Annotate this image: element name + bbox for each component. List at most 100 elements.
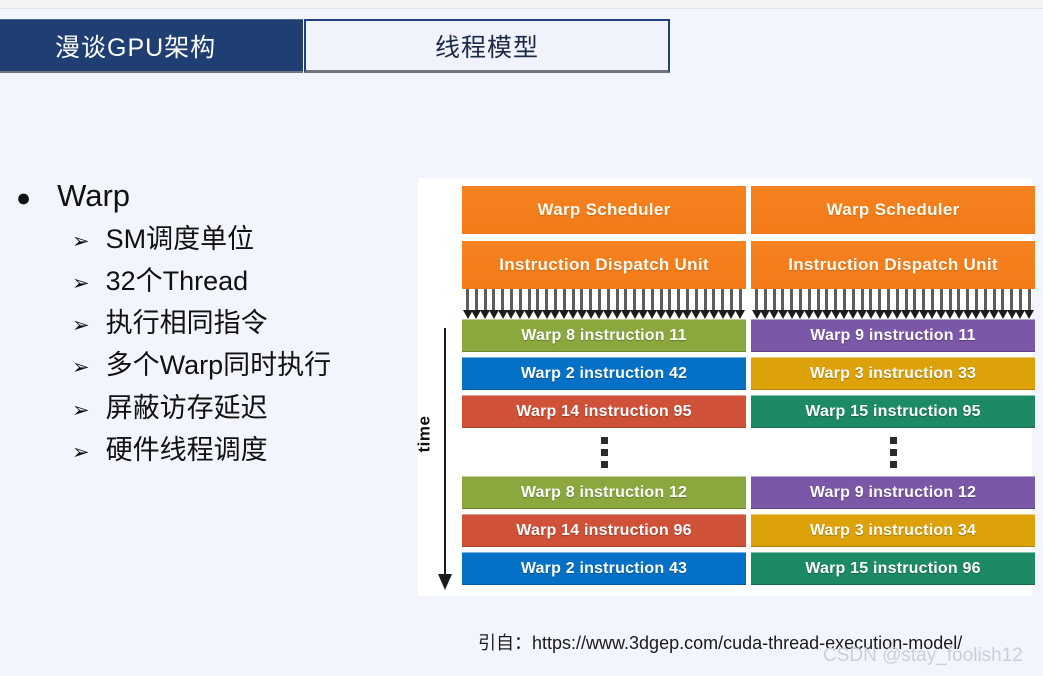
tab-thread-model[interactable]: 线程模型 [304,19,670,73]
dispatch-arrow-icon [865,289,876,319]
dispatch-arrow-icon [839,289,850,319]
tab-bar: 漫谈GPU架构 线程模型 [0,19,1043,75]
arrow-bullet-icon: ➢ [72,313,90,338]
dispatch-arrow-icon [909,289,920,319]
dispatch-arrows-right [751,289,1035,319]
time-arrow-icon [438,328,452,590]
warp-rows-top-right: Warp 9 instruction 11 Warp 3 instruction… [751,319,1035,428]
dispatch-arrow-icon [550,289,561,319]
dispatch-arrow-icon [576,289,587,319]
list-item-label: 32个Thread [105,266,249,297]
dispatch-arrow-icon [700,289,711,319]
arrow-bullet-icon: ➢ [72,397,90,422]
dispatch-arrow-icon [735,289,746,319]
dispatch-arrow-icon [857,289,868,319]
vertical-ellipsis-left [462,433,746,471]
warp-rows-bottom-left: Warp 8 instruction 12 Warp 14 instructio… [462,476,746,585]
dispatch-arrow-icon [892,289,903,319]
tab-thread-model-label: 线程模型 [434,33,539,62]
dispatch-arrow-icon [497,289,508,319]
watermark-text: CSDN @stay_foolish12 [823,645,1023,666]
arrow-bullet-icon: ➢ [72,355,90,380]
warp-scheduler-diagram: time Warp Scheduler Instruction Dispatch… [414,178,1035,596]
bullet-item-warp: ● Warp [16,178,410,214]
time-axis-label: time [414,415,434,453]
dispatch-arrow-icon [804,289,815,319]
dispatch-arrow-icon [612,289,623,319]
warp-instruction-row: Warp 9 instruction 11 [751,319,1035,352]
dispatch-arrow-icon [883,289,894,319]
dispatch-arrow-icon [953,289,964,319]
dispatch-arrow-icon [989,289,1000,319]
dispatch-arrow-icon [760,289,771,319]
dispatch-arrow-icon [541,289,552,319]
vertical-ellipsis-icon [889,436,897,468]
warp-instruction-row: Warp 8 instruction 12 [462,476,746,509]
dispatch-arrow-icon [1006,289,1017,319]
dispatch-arrow-icon [1015,289,1026,319]
warp-instruction-row: Warp 8 instruction 11 [462,319,746,352]
arrow-bullet-icon: ➢ [72,439,90,464]
dispatch-arrows-left [462,289,746,319]
warp-instruction-row: Warp 14 instruction 95 [462,395,746,428]
dispatch-arrow-icon [848,289,859,319]
list-item: ➢ 硬件线程调度 [72,431,410,470]
list-item-label: 执行相同指令 [105,308,268,339]
dispatch-arrow-icon [918,289,929,319]
dispatch-arrow-icon [830,289,841,319]
dispatch-arrow-icon [813,289,824,319]
bullet-dot-icon: ● [16,184,32,212]
dispatch-arrow-icon [629,289,640,319]
warp-instruction-row: Warp 3 instruction 33 [751,357,1035,390]
warp-rows-bottom-right: Warp 9 instruction 12 Warp 3 instruction… [751,476,1035,585]
list-item-label: 多个Warp同时执行 [105,350,332,381]
dispatch-arrow-icon [488,289,499,319]
dispatch-arrow-icon [751,289,762,319]
dispatch-arrow-icon [971,289,982,319]
dispatch-arrow-icon [945,289,956,319]
list-item: ➢ 屏蔽访存延迟 [72,389,410,428]
warp-scheduler-box: Warp Scheduler [462,186,746,234]
vertical-ellipsis-right [751,433,1035,471]
dispatch-arrow-icon [515,289,526,319]
dispatch-arrow-icon [786,289,797,319]
dispatch-arrow-icon [980,289,991,319]
scheduler-column-right: Warp Scheduler Instruction Dispatch Unit… [751,186,1035,590]
dispatch-arrow-icon [480,289,491,319]
dispatch-arrow-icon [656,289,667,319]
arrow-bullet-icon: ➢ [72,229,90,253]
dispatch-arrow-icon [874,289,885,319]
arrow-bullet-icon: ➢ [72,271,90,296]
dispatch-arrow-icon [1024,289,1035,319]
dispatch-arrow-icon [769,289,780,319]
list-item-label: SM调度单位 [105,224,255,254]
dispatch-arrow-icon [559,289,570,319]
dispatch-arrow-icon [664,289,675,319]
list-item: ➢ 执行相同指令 [72,304,410,343]
time-axis: time [414,328,462,590]
warp-instruction-row: Warp 2 instruction 43 [462,552,746,585]
dispatch-arrow-icon [795,289,806,319]
dispatch-arrow-icon [532,289,543,319]
instruction-dispatch-unit-box: Instruction Dispatch Unit [751,241,1035,289]
instruction-dispatch-unit-box: Instruction Dispatch Unit [462,241,746,289]
dispatch-arrow-icon [585,289,596,319]
dispatch-arrow-icon [936,289,947,319]
scheduler-column-left: Warp Scheduler Instruction Dispatch Unit… [462,186,746,590]
warp-instruction-row: Warp 3 instruction 34 [751,514,1035,547]
dispatch-arrow-icon [901,289,912,319]
dispatch-arrow-icon [927,289,938,319]
warp-instruction-row: Warp 15 instruction 96 [751,552,1035,585]
dispatch-arrow-icon [997,289,1008,319]
tab-gpu-architecture-label: 漫谈GPU架构 [55,33,217,62]
dispatch-arrow-icon [673,289,684,319]
dispatch-arrow-icon [462,289,473,319]
warp-instruction-row: Warp 14 instruction 96 [462,514,746,547]
dispatch-arrow-icon [647,289,658,319]
bullet-list: ● Warp ➢ SM调度单位 ➢ 32个Thread ➢ 执行相同指令 ➢ 多… [0,178,410,473]
dispatch-arrow-icon [962,289,973,319]
list-item-label: 屏蔽访存延迟 [105,392,268,423]
warp-instruction-row: Warp 9 instruction 12 [751,476,1035,509]
tab-gpu-architecture[interactable]: 漫谈GPU架构 [0,19,303,73]
dispatch-arrow-icon [568,289,579,319]
